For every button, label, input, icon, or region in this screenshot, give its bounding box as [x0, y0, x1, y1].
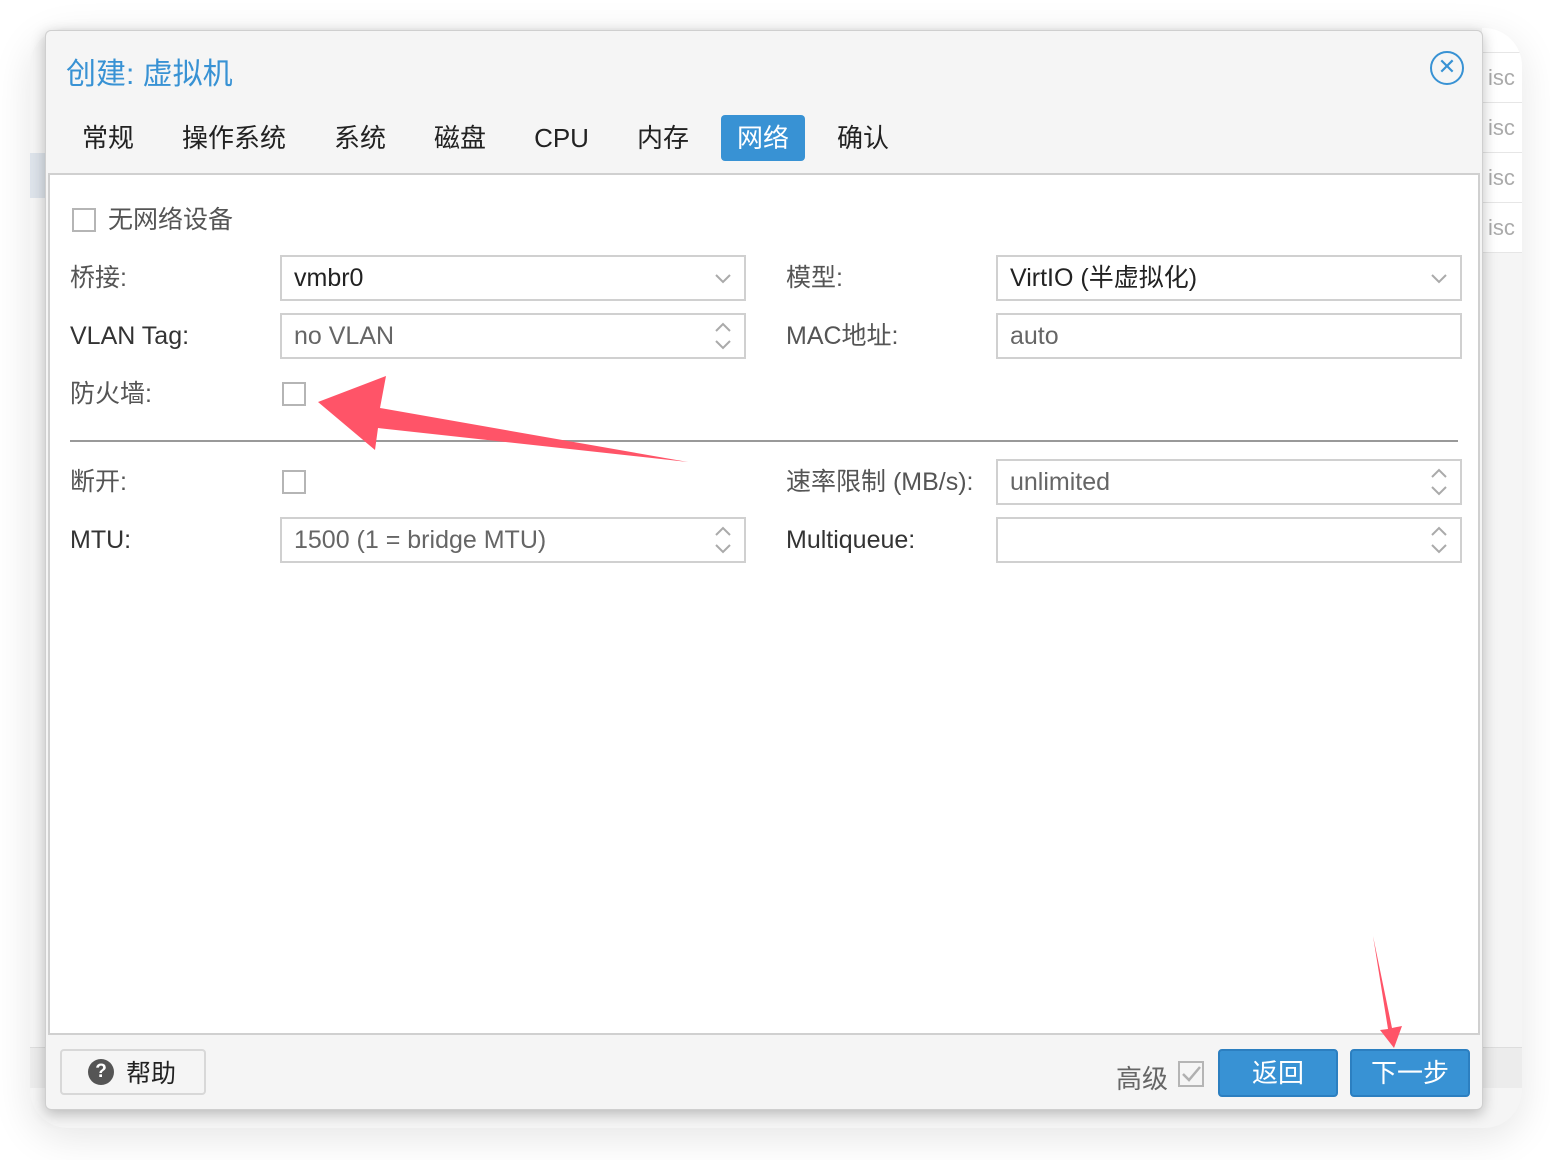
disconnect-label: 断开: [70, 468, 127, 496]
close-icon: ✕ [1437, 54, 1457, 79]
background-list-row: isc [1482, 103, 1522, 153]
mtu-placeholder: 1500 (1 = bridge MTU) [294, 526, 547, 554]
tab-memory[interactable]: 内存 [621, 115, 705, 161]
spinner-icon[interactable] [1428, 523, 1450, 557]
close-button[interactable]: ✕ [1430, 51, 1464, 85]
background-list: isc isc isc isc [1482, 28, 1522, 253]
mac-address-label: MAC地址: [786, 322, 899, 350]
create-vm-dialog: 创建: 虚拟机 ✕ 常规 操作系统 系统 磁盘 CPU 内存 网络 确认 无网络… [45, 30, 1483, 1110]
chevron-down-icon[interactable] [714, 257, 732, 314]
background-list-row: isc [1482, 203, 1522, 253]
no-network-device-label: 无网络设备 [108, 206, 234, 234]
model-value: VirtIO (半虚拟化) [1010, 264, 1198, 292]
vlan-tag-input[interactable]: no VLAN [280, 313, 746, 359]
tab-network[interactable]: 网络 [720, 115, 805, 161]
bridge-value: vmbr0 [294, 264, 364, 292]
mtu-input[interactable]: 1500 (1 = bridge MTU) [280, 517, 746, 563]
spinner-icon[interactable] [712, 319, 734, 353]
multiqueue-label: Multiqueue: [786, 526, 916, 554]
firewall-label: 防火墙: [70, 380, 152, 408]
bridge-label: 桥接: [70, 264, 127, 292]
mtu-label: MTU: [70, 526, 132, 554]
rate-limit-input[interactable]: unlimited [996, 459, 1462, 505]
advanced-divider [70, 440, 1458, 442]
no-network-device-checkbox[interactable] [72, 208, 96, 232]
firewall-checkbox[interactable] [282, 382, 306, 406]
tab-cpu[interactable]: CPU [518, 115, 605, 161]
mac-address-input[interactable]: auto [996, 313, 1462, 359]
spinner-icon[interactable] [1428, 465, 1450, 499]
model-select[interactable]: VirtIO (半虚拟化) [996, 255, 1462, 301]
question-circle-icon: ? [88, 1059, 114, 1085]
spinner-icon[interactable] [712, 523, 734, 557]
help-button[interactable]: ? 帮助 [60, 1049, 206, 1095]
tab-confirm[interactable]: 确认 [821, 115, 905, 161]
tab-system[interactable]: 系统 [318, 115, 402, 161]
help-label: 帮助 [126, 1060, 177, 1088]
dialog-title: 创建: 虚拟机 [66, 58, 233, 91]
checkmark-icon [1182, 1066, 1201, 1082]
multiqueue-input[interactable] [996, 517, 1462, 563]
vlan-tag-placeholder: no VLAN [294, 322, 395, 350]
network-panel: 无网络设备 桥接: vmbr0 模型: VirtIO (半虚拟化) VLAN T… [48, 173, 1480, 1035]
rate-limit-placeholder: unlimited [1010, 468, 1111, 496]
rate-limit-label: 速率限制 (MB/s): [786, 468, 974, 496]
disconnect-checkbox[interactable] [282, 470, 306, 494]
tab-os[interactable]: 操作系统 [166, 115, 302, 161]
next-button[interactable]: 下一步 [1350, 1049, 1470, 1097]
background-list-row [1482, 28, 1522, 53]
background-list-row: isc [1482, 53, 1522, 103]
tab-disk[interactable]: 磁盘 [418, 115, 502, 161]
advanced-checkbox[interactable] [1178, 1061, 1204, 1087]
chevron-down-icon[interactable] [1430, 257, 1448, 314]
background-list-row: isc [1482, 153, 1522, 203]
back-button[interactable]: 返回 [1218, 1049, 1338, 1097]
advanced-label: 高级 [1116, 1064, 1169, 1094]
mac-address-placeholder: auto [1010, 322, 1059, 350]
model-label: 模型: [786, 264, 843, 292]
tab-general[interactable]: 常规 [66, 115, 150, 161]
vlan-tag-label: VLAN Tag: [70, 322, 190, 350]
bridge-select[interactable]: vmbr0 [280, 255, 746, 301]
wizard-tabs: 常规 操作系统 系统 磁盘 CPU 内存 网络 确认 [66, 115, 921, 163]
